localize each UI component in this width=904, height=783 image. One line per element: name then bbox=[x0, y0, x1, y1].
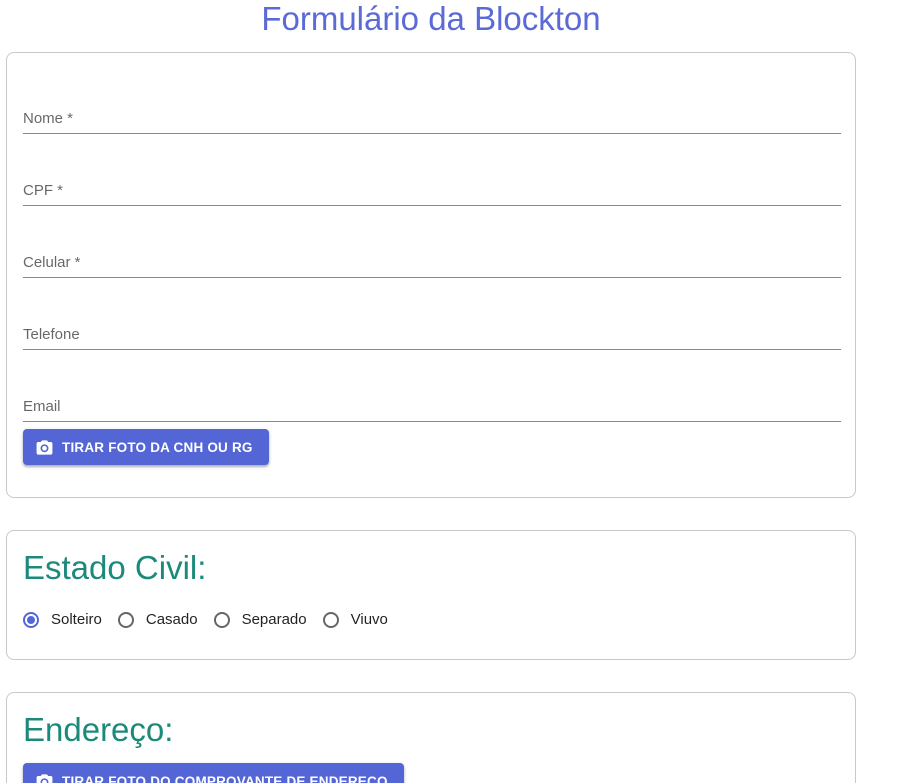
radio-unchecked-icon[interactable] bbox=[117, 611, 134, 628]
radio-label-separado: Separado bbox=[241, 611, 307, 628]
civil-status-title: Estado Civil: bbox=[23, 549, 207, 586]
radio-unchecked-icon[interactable] bbox=[322, 611, 339, 628]
address-card: Endereço: TIRAR FOTO DO COMPROVANTE DE E… bbox=[6, 692, 856, 783]
radio-option-casado[interactable]: Casado bbox=[117, 611, 198, 628]
radio-label-casado: Casado bbox=[145, 611, 198, 628]
email-field[interactable]: Email bbox=[23, 391, 841, 422]
camera-icon bbox=[35, 438, 54, 457]
civil-status-radio-group: Solteiro Casado Separado Viuvo bbox=[23, 611, 404, 628]
camera-icon bbox=[35, 772, 54, 783]
take-address-proof-photo-label: TIRAR FOTO DO COMPROVANTE DE ENDEREÇO bbox=[62, 773, 388, 783]
email-input[interactable] bbox=[23, 391, 841, 421]
celular-input[interactable] bbox=[23, 247, 841, 277]
radio-option-separado[interactable]: Separado bbox=[213, 611, 307, 628]
personal-info-card: Nome * CPF * Celular * Telefone Email TI… bbox=[6, 52, 856, 498]
take-address-proof-photo-button[interactable]: TIRAR FOTO DO COMPROVANTE DE ENDEREÇO bbox=[23, 763, 404, 783]
name-field[interactable]: Nome * bbox=[23, 103, 841, 134]
radio-option-solteiro[interactable]: Solteiro bbox=[23, 611, 102, 628]
radio-option-viuvo[interactable]: Viuvo bbox=[322, 611, 388, 628]
cpf-field[interactable]: CPF * bbox=[23, 175, 841, 206]
address-title: Endereço: bbox=[23, 711, 174, 748]
page: Formulário da Blockton Nome * CPF * Celu… bbox=[0, 0, 904, 783]
telefone-input[interactable] bbox=[23, 319, 841, 349]
radio-checked-icon[interactable] bbox=[23, 611, 39, 628]
radio-unchecked-icon[interactable] bbox=[213, 611, 230, 628]
radio-label-viuvo: Viuvo bbox=[350, 611, 388, 628]
celular-field[interactable]: Celular * bbox=[23, 247, 841, 278]
name-input[interactable] bbox=[23, 103, 841, 133]
cpf-input[interactable] bbox=[23, 175, 841, 205]
telefone-field[interactable]: Telefone bbox=[23, 319, 841, 350]
radio-label-solteiro: Solteiro bbox=[51, 611, 102, 628]
civil-status-card: Estado Civil: Solteiro Casado Separado V… bbox=[6, 530, 856, 660]
page-title: Formulário da Blockton bbox=[261, 0, 601, 37]
take-id-photo-button[interactable]: TIRAR FOTO DA CNH OU RG bbox=[23, 429, 269, 465]
take-id-photo-label: TIRAR FOTO DA CNH OU RG bbox=[62, 439, 253, 455]
